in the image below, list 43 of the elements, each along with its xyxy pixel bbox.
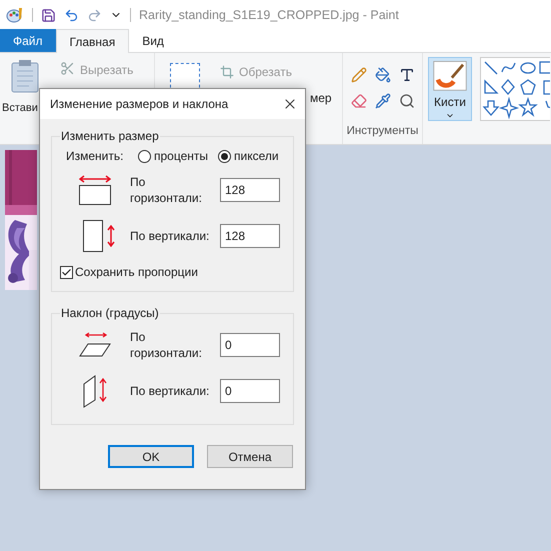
color-picker-icon[interactable] <box>374 93 390 109</box>
resize-label[interactable]: мер <box>310 89 332 107</box>
ribbon-tab[interactable]: Главная <box>56 29 130 53</box>
field-label: По вертикали: <box>130 383 210 399</box>
group-heading: Изменить размер <box>60 128 160 145</box>
eraser-icon[interactable] <box>350 93 366 109</box>
dialog-title: Изменение размеров и наклона <box>50 96 230 113</box>
ribbon-tab[interactable]: Вид <box>129 29 177 52</box>
brush-icon <box>432 61 468 91</box>
field-label: По вертикали: <box>130 228 210 244</box>
redo-icon[interactable] <box>87 8 102 22</box>
save-icon[interactable] <box>41 8 56 22</box>
number-field[interactable]: 0 <box>220 379 280 403</box>
group-label: Инструменты <box>346 124 418 139</box>
clipboard-icon[interactable] <box>11 59 39 93</box>
field-label: По горизонтали: <box>130 174 203 206</box>
keep-ratio-checkbox[interactable]: Сохранить пропорции <box>60 263 198 281</box>
vertical-skew-icon <box>81 374 109 408</box>
unit-radio[interactable]: проценты <box>138 147 208 165</box>
horizontal-skew-icon <box>78 332 112 358</box>
file-menu-tab[interactable]: Файл <box>0 29 56 52</box>
palette-icon[interactable] <box>6 7 24 23</box>
change-by-label: Изменить: <box>65 148 124 165</box>
width-arrow-icon <box>79 175 111 183</box>
unit-radio[interactable]: пиксели <box>218 147 279 165</box>
check-icon <box>61 266 72 278</box>
magnifier-icon[interactable] <box>398 93 414 109</box>
dialog-button[interactable]: OK <box>108 445 194 468</box>
text-tool-icon[interactable] <box>398 67 414 83</box>
fill-bucket-icon[interactable] <box>374 67 390 83</box>
group-heading: Наклон (градусы) <box>60 305 160 322</box>
pencil-icon[interactable] <box>350 67 366 83</box>
brushes-button[interactable]: Кисти <box>428 57 472 121</box>
number-field[interactable]: 128 <box>220 178 280 202</box>
field-label: По горизонтали: <box>130 329 203 361</box>
undo-icon[interactable] <box>64 8 79 22</box>
dialog-button[interactable]: Отмена <box>207 445 293 468</box>
height-arrow-icon <box>107 225 115 247</box>
paste-label[interactable]: Встави <box>0 100 38 116</box>
number-field[interactable]: 128 <box>220 224 280 248</box>
window-title: Rarity_standing_S1E19_CROPPED.jpg - Paint <box>139 6 399 24</box>
number-field[interactable]: 0 <box>220 333 280 357</box>
shapes-gallery[interactable] <box>480 57 550 121</box>
